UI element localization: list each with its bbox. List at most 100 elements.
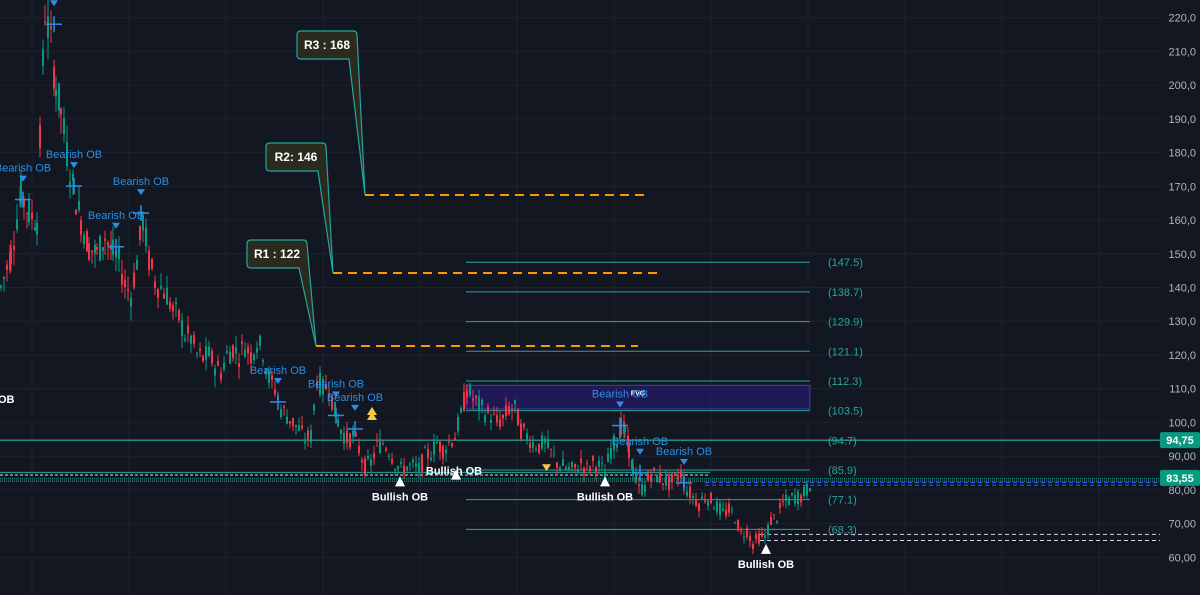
candle-body <box>665 476 667 486</box>
candle-body <box>662 483 664 485</box>
candle-body <box>34 227 36 231</box>
candle-body <box>680 470 682 478</box>
candle-body <box>508 406 510 415</box>
price-tick-label: 150,0 <box>1168 249 1196 261</box>
candle-body <box>47 16 49 38</box>
candle-body <box>63 118 65 135</box>
candle-body <box>469 384 471 396</box>
chart-background <box>0 0 1200 595</box>
candle-body <box>16 219 18 230</box>
candle-body <box>91 250 93 253</box>
candle-body <box>632 464 634 476</box>
candle-body <box>668 475 670 490</box>
candle-body <box>716 501 718 512</box>
resistance-label: R3 : 168 <box>304 38 350 52</box>
fib-label: (138.7) <box>828 287 863 299</box>
candle-body <box>800 495 802 503</box>
candle-body <box>550 448 552 450</box>
candle-body <box>427 449 429 459</box>
candle-body <box>797 491 799 505</box>
price-tick-label: 80,00 <box>1168 485 1196 497</box>
candle-body <box>695 499 697 506</box>
candle-body <box>641 484 643 495</box>
candle-body <box>388 455 390 457</box>
candle-body <box>385 448 387 451</box>
price-tick-label: 200,0 <box>1168 80 1196 92</box>
candle-body <box>698 503 700 511</box>
candle-body <box>743 536 745 538</box>
candle-body <box>400 461 402 464</box>
candle-body <box>803 486 805 497</box>
candle-body <box>740 530 742 532</box>
price-chart[interactable]: FVG (147.5)(138.7)(129.9)(121.1)(112.3)(… <box>0 0 1200 595</box>
candle-body <box>770 516 772 525</box>
fib-label: (121.1) <box>828 346 863 358</box>
candle-body <box>601 462 603 464</box>
candle-body <box>78 200 80 211</box>
candle-body <box>358 446 360 454</box>
candle-body <box>523 423 525 428</box>
candle-body <box>397 466 399 470</box>
candle-body <box>484 415 486 423</box>
candle-body <box>448 441 450 443</box>
candle-body <box>364 458 366 476</box>
candle-body <box>175 302 177 305</box>
candle-body <box>406 466 408 471</box>
bearish-ob-label: Bearish OB <box>46 149 102 161</box>
candle-body <box>107 242 109 246</box>
candle-body <box>541 435 543 449</box>
candle-body <box>301 425 303 429</box>
candle-body <box>208 346 210 357</box>
candle-body <box>749 536 751 542</box>
candle-body <box>28 200 30 222</box>
candle-body <box>565 467 567 470</box>
candle-body <box>148 250 150 271</box>
candle-body <box>133 272 135 288</box>
candle-body <box>767 524 769 535</box>
candle-body <box>370 459 372 466</box>
candle-body <box>493 413 495 415</box>
candle-body <box>809 488 811 492</box>
candle-body <box>607 453 609 462</box>
candle-body <box>535 449 537 451</box>
candle-body <box>50 26 52 30</box>
bearish-ob-label: Bearish OB <box>88 210 144 222</box>
candle-body <box>0 285 2 288</box>
candle-body <box>6 264 8 270</box>
candle-body <box>169 301 171 309</box>
candle-body <box>289 421 291 424</box>
candle-body <box>196 353 198 355</box>
price-axis[interactable]: 220,0 210,0 200,0 190,0 180,0 170,0 160,0 150,0… <box>1160 0 1200 595</box>
candle-body <box>490 419 492 424</box>
bearish-ob-label: Bearish OB <box>308 378 364 390</box>
candle-body <box>184 338 186 341</box>
candle-body <box>163 293 165 299</box>
candle-body <box>343 432 345 444</box>
candle-body <box>154 281 156 288</box>
candle-body <box>220 372 222 380</box>
candle-body <box>259 335 261 346</box>
candle-body <box>223 362 225 370</box>
candle-body <box>773 514 775 516</box>
candle-body <box>514 399 516 405</box>
candle-body <box>659 472 661 483</box>
candle-body <box>457 416 459 432</box>
candle-body <box>725 509 727 516</box>
candle-body <box>313 404 315 411</box>
bullish-ob-label: Bullish OB <box>426 466 482 478</box>
candle-body <box>610 447 612 459</box>
candle-body <box>466 390 468 398</box>
candle-body <box>205 346 207 360</box>
candle-body <box>283 406 285 409</box>
candle-body <box>638 484 640 487</box>
fib-label: (77.1) <box>828 495 857 507</box>
candle-body <box>580 458 582 464</box>
candle-body <box>650 474 652 482</box>
candle-body <box>719 503 721 515</box>
price-tick-label: 110,0 <box>1169 384 1196 396</box>
price-tick-label: 120,0 <box>1168 350 1196 362</box>
candle-body <box>42 49 44 66</box>
candle-body <box>391 459 393 464</box>
candle-body <box>511 409 513 411</box>
price-tick-label: 90,00 <box>1168 451 1196 463</box>
